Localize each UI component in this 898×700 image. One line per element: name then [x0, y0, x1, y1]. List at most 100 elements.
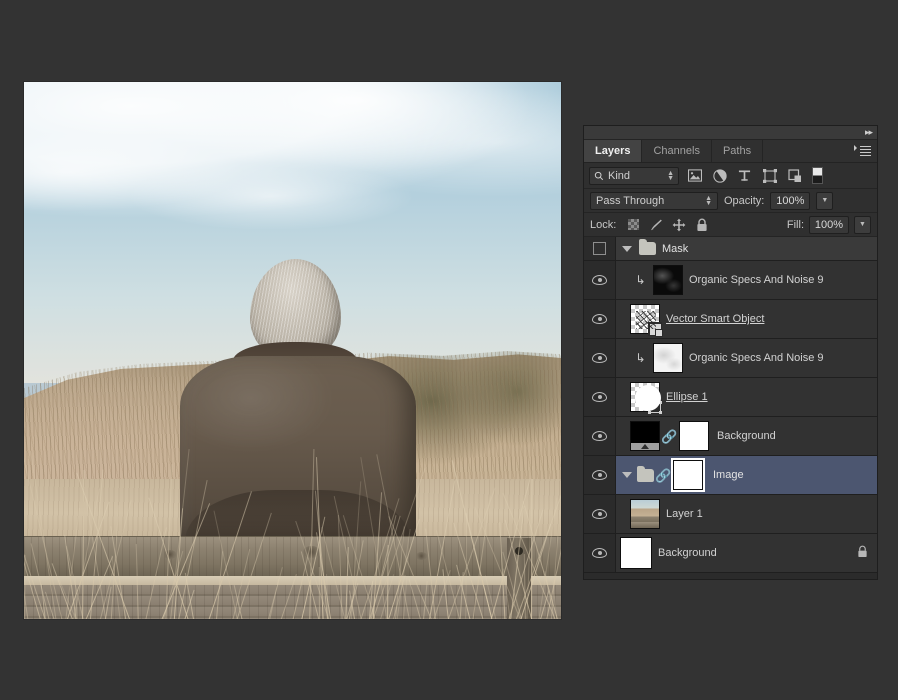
visibility-toggle-organic-specs-light[interactable] — [584, 339, 616, 377]
filter-kind-select[interactable]: Kind ▲ ▼ — [589, 166, 679, 185]
tab-layers[interactable]: Layers — [584, 140, 643, 162]
filter-kind-stepper[interactable]: ▲ ▼ — [667, 170, 674, 182]
layer-row-vector-smart-object[interactable]: Vector Smart Object — [584, 300, 877, 339]
chevron-down-icon[interactable] — [622, 472, 632, 478]
grass-blade — [318, 567, 320, 619]
photo-canvas[interactable] — [24, 82, 561, 619]
layer-name-background-masked[interactable]: Background — [717, 430, 776, 442]
link-icon[interactable]: 🔗 — [661, 429, 677, 444]
link-icon[interactable]: 🔗 — [655, 468, 671, 483]
lock-position-icon[interactable] — [672, 218, 686, 232]
smart-object-badge-icon — [648, 322, 663, 337]
layer-row-background-locked[interactable]: Background — [584, 534, 877, 573]
tab-paths[interactable]: Paths — [711, 140, 764, 162]
eye-icon[interactable] — [592, 509, 607, 519]
fill-input[interactable]: 100% — [809, 215, 849, 234]
visibility-toggle-background-locked[interactable] — [584, 534, 616, 572]
eye-icon[interactable] — [592, 470, 607, 480]
fill-dropdown-arrow-icon[interactable]: ▼ — [854, 215, 871, 234]
group-mask-thumbnail[interactable] — [671, 458, 705, 492]
layer-filter-row[interactable]: Kind ▲ ▼ — [584, 163, 877, 189]
blend-mode-value: Pass Through — [596, 194, 665, 207]
opacity-dropdown-arrow-icon[interactable]: ▼ — [816, 191, 834, 210]
filter-enable-toggle-icon[interactable] — [812, 167, 823, 184]
type-layer-icon[interactable] — [735, 166, 754, 185]
layer-thumbnail[interactable] — [653, 343, 683, 373]
lock-icon — [857, 545, 868, 561]
smart-object-icon[interactable] — [785, 166, 804, 185]
visibility-toggle-ellipse-1[interactable] — [584, 378, 616, 416]
fill-label: Fill: — [786, 218, 804, 231]
grass-blade — [40, 584, 47, 619]
layer-name-ellipse-1[interactable]: Ellipse 1 — [666, 391, 708, 403]
lock-image-pixels-icon[interactable] — [649, 218, 663, 232]
grass-blade — [156, 502, 210, 619]
layer-thumbnail[interactable] — [630, 499, 660, 529]
layer-thumbnail[interactable] — [630, 382, 662, 414]
panel-menu-icon[interactable] — [853, 140, 877, 162]
blend-mode-select[interactable]: Pass Through ▲ ▼ — [590, 191, 718, 210]
eye-icon[interactable] — [592, 275, 607, 285]
layer-name-image[interactable]: Image — [713, 469, 744, 481]
visibility-checkbox-icon[interactable] — [593, 242, 606, 255]
lock-row[interactable]: Lock: Fill: 100% ▼ — [584, 213, 877, 237]
layer-row-layer-1[interactable]: Layer 1 — [584, 495, 877, 534]
chevron-down-icon[interactable] — [622, 245, 632, 252]
tab-channels[interactable]: Channels — [642, 140, 712, 162]
search-icon — [594, 171, 604, 180]
visibility-toggle-organic-specs-dark[interactable] — [584, 261, 616, 299]
vector-shape-badge-icon — [648, 400, 662, 414]
blend-mode-stepper[interactable]: ▲ ▼ — [705, 195, 712, 207]
layer-name-vector-smart-object[interactable]: Vector Smart Object — [666, 313, 764, 325]
visibility-toggle-mask-group[interactable] — [584, 237, 616, 260]
layer-name-layer-1[interactable]: Layer 1 — [666, 508, 703, 520]
grass-blade — [205, 491, 253, 619]
filter-kind-label: Kind — [608, 169, 631, 182]
shape-layer-icon[interactable] — [760, 166, 779, 185]
adjustment-layer-icon[interactable] — [710, 166, 729, 185]
opacity-input[interactable]: 100% — [770, 191, 811, 210]
layer-name-mask[interactable]: Mask — [662, 243, 688, 255]
grass-blade — [264, 567, 283, 619]
layer-name-organic-specs-dark[interactable]: Organic Specs And Noise 9 — [689, 274, 824, 286]
layer-row-mask-group[interactable]: Mask — [584, 237, 877, 261]
layer-row-image-group[interactable]: 🔗 Image — [584, 456, 877, 495]
visibility-toggle-vector-smart-object[interactable] — [584, 300, 616, 338]
lock-transparent-pixels-icon[interactable] — [626, 218, 640, 232]
tab-bar-spacer — [763, 140, 853, 162]
visibility-toggle-layer-1[interactable] — [584, 495, 616, 533]
clipping-mask-icon: ↳ — [635, 273, 646, 287]
layer-thumbnail[interactable] — [653, 265, 683, 295]
folder-icon — [639, 239, 656, 255]
layer-list[interactable]: Mask ↳ Organic Specs And Noise 9 Vector … — [584, 237, 877, 579]
gradient-slider-icon — [631, 443, 659, 450]
layer-row-organic-specs-dark[interactable]: ↳ Organic Specs And Noise 9 — [584, 261, 877, 300]
layers-panel[interactable]: ▸▸ Layers Channels Paths Kind ▲ ▼ Pass T… — [583, 125, 878, 580]
grass-blade — [30, 451, 59, 619]
layer-row-organic-specs-light[interactable]: ↳ Organic Specs And Noise 9 — [584, 339, 877, 378]
eye-icon[interactable] — [592, 353, 607, 363]
visibility-toggle-image-group[interactable] — [584, 456, 616, 494]
panel-tab-bar[interactable]: Layers Channels Paths — [584, 140, 877, 163]
lock-all-icon[interactable] — [695, 218, 709, 232]
folder-icon — [637, 465, 654, 482]
layer-name-background-locked[interactable]: Background — [658, 547, 717, 559]
grass-blade — [81, 469, 85, 619]
clipping-mask-icon: ↳ — [635, 351, 646, 365]
collapse-panel-icon[interactable]: ▸▸ — [865, 128, 873, 137]
eye-icon[interactable] — [592, 392, 607, 402]
panel-collapse-bar[interactable]: ▸▸ — [584, 126, 877, 140]
layer-mask-thumbnail[interactable] — [679, 421, 709, 451]
layer-row-background-masked[interactable]: 🔗 Background — [584, 417, 877, 456]
layer-row-ellipse-1[interactable]: Ellipse 1 — [584, 378, 877, 417]
layer-thumbnail[interactable] — [620, 537, 652, 569]
pixel-layer-icon[interactable] — [685, 166, 704, 185]
layer-name-organic-specs-light[interactable]: Organic Specs And Noise 9 — [689, 352, 824, 364]
layer-thumbnail[interactable] — [630, 421, 660, 451]
eye-icon[interactable] — [592, 548, 607, 558]
eye-icon[interactable] — [592, 431, 607, 441]
blend-mode-row[interactable]: Pass Through ▲ ▼ Opacity: 100% ▼ — [584, 189, 877, 213]
visibility-toggle-background-masked[interactable] — [584, 417, 616, 455]
eye-icon[interactable] — [592, 314, 607, 324]
layer-thumbnail[interactable] — [630, 304, 663, 337]
